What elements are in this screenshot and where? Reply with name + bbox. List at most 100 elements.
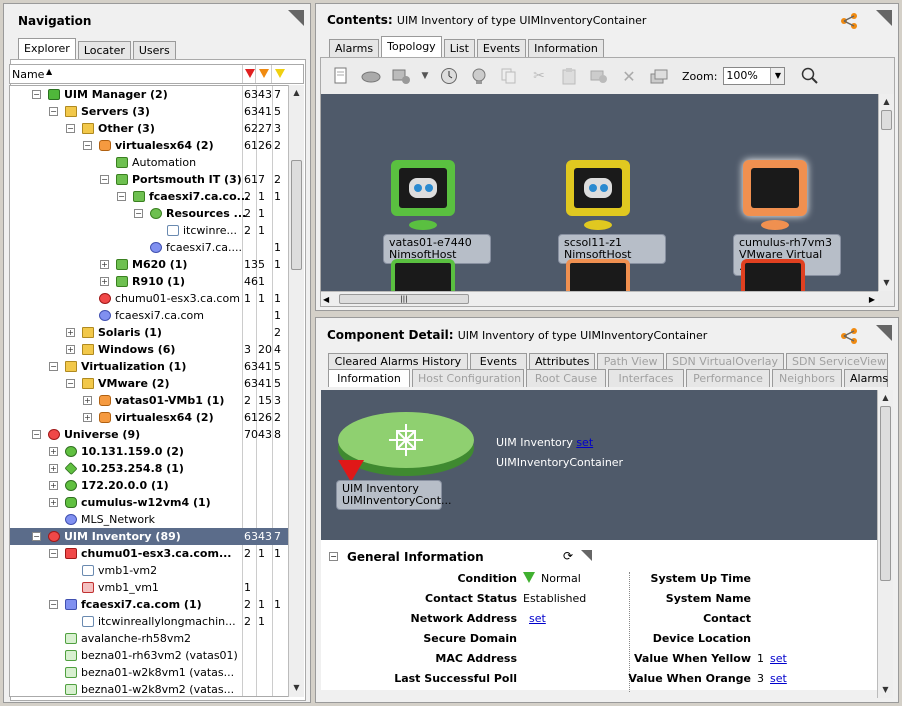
expand-icon[interactable]: +	[100, 260, 109, 269]
expand-icon[interactable]: +	[100, 277, 109, 286]
tree-row[interactable]: − Portsmouth IT (3) 61 7 2	[10, 171, 288, 188]
collapse-icon[interactable]: −	[49, 549, 58, 558]
tree-row[interactable]: + Solaris (1) 2	[10, 324, 288, 341]
tree-row[interactable]: fcaesxi7.ca.com 1	[10, 307, 288, 324]
tab-events[interactable]: Events	[469, 353, 528, 369]
add-component-icon[interactable]	[390, 65, 412, 87]
tab-events[interactable]: Events	[476, 39, 527, 57]
tree-row[interactable]: − UIM Manager (2) 63 43 7	[10, 86, 288, 103]
section-collapse-toggle[interactable]: −	[329, 552, 338, 561]
collapse-icon[interactable]: −	[49, 362, 58, 371]
share-icon[interactable]	[840, 327, 858, 345]
tree-row[interactable]: avalanche-rh58vm2	[10, 630, 288, 647]
name-set-link[interactable]: set	[576, 436, 593, 449]
collapse-icon[interactable]: −	[100, 175, 109, 184]
tab-list[interactable]: List	[443, 39, 475, 57]
tree-scrollbar[interactable]: ▲ ▼	[288, 85, 304, 697]
monitor-icon[interactable]	[741, 259, 805, 291]
tree-row[interactable]: + vatas01-VMb1 (1) 2 15 3	[10, 392, 288, 409]
collapse-icon[interactable]: −	[66, 379, 75, 388]
tree-row[interactable]: itcwinre... 2 1	[10, 222, 288, 239]
tree-row[interactable]: + virtualesx64 (2) 61 26 2	[10, 409, 288, 426]
scroll-down-icon[interactable]: ▼	[878, 682, 893, 697]
tree-row[interactable]: − chumu01-esx3.ca.com... 2 1 1	[10, 545, 288, 562]
tree-row[interactable]: − fcaesxi7.ca.co... 2 1 1	[10, 188, 288, 205]
node-label[interactable]: UIM Inventory UIMInventoryCont...	[336, 480, 452, 510]
tree-row[interactable]: + cumulus-w12vm4 (1)	[10, 494, 288, 511]
tree-row[interactable]: bezna01-w2k8vm1 (vatas...	[10, 664, 288, 681]
tab-information[interactable]: Information	[528, 39, 604, 57]
expand-icon[interactable]: +	[66, 328, 75, 337]
scroll-left-icon[interactable]: ◀	[323, 292, 329, 307]
remove-icon[interactable]	[588, 65, 610, 87]
add-pipe-icon[interactable]	[360, 65, 382, 87]
tree-row[interactable]: − Other (3) 62 27 3	[10, 120, 288, 137]
tab-attributes[interactable]: Attributes	[529, 353, 596, 369]
tab-root-cause[interactable]: Root Cause	[526, 369, 606, 387]
tab-sdn-virtual-overlay[interactable]: SDN VirtualOverlay	[666, 353, 784, 369]
expand-icon[interactable]: +	[66, 345, 75, 354]
tree-row[interactable]: vmb1_vm1 1	[10, 579, 288, 596]
tree-row[interactable]: + R910 (1) 46 1	[10, 273, 288, 290]
tab-information[interactable]: Information	[328, 369, 410, 387]
collapse-icon[interactable]: −	[32, 532, 41, 541]
minor-column-header[interactable]	[272, 65, 288, 83]
tree-row[interactable]: − UIM Inventory (89) 63 43 7	[10, 528, 288, 545]
tree-row[interactable]: +10.131.159.0 (2)	[10, 443, 288, 460]
tree-row[interactable]: chumu01-esx3.ca.com 1 1 1	[10, 290, 288, 307]
collapse-icon[interactable]: −	[49, 600, 58, 609]
cut-icon[interactable]: ✂	[528, 65, 550, 87]
scroll-down-icon[interactable]: ▼	[879, 275, 894, 290]
expand-icon[interactable]: +	[49, 464, 58, 473]
panel-menu-icon[interactable]	[876, 10, 892, 26]
monitor-icon[interactable]	[566, 259, 630, 291]
tab-alarms[interactable]: Alarms	[329, 39, 380, 57]
delete-icon[interactable]: ✕	[618, 65, 640, 87]
tree-row[interactable]: vmb1-vm2	[10, 562, 288, 579]
critical-column-header[interactable]	[243, 65, 256, 83]
tree-row[interactable]: − Resources ... 2 1	[10, 205, 288, 222]
section-menu-icon[interactable]	[581, 550, 592, 561]
expand-icon[interactable]: +	[49, 481, 58, 490]
tree-row[interactable]: +10.253.254.8 (1)	[10, 460, 288, 477]
tab-interfaces[interactable]: Interfaces	[608, 369, 684, 387]
set-link[interactable]: set	[770, 652, 787, 665]
tab-neighbors[interactable]: Neighbors	[772, 369, 842, 387]
navigation-tree[interactable]: − UIM Manager (2) 63 43 7− Servers (3) 63 41 5− O…	[9, 85, 289, 697]
expand-icon[interactable]: +	[49, 447, 58, 456]
tree-row[interactable]: itcwinreallylongmachin... 2 1	[10, 613, 288, 630]
tab-cleared-alarms-history[interactable]: Cleared Alarms History	[328, 353, 468, 369]
monitor-icon[interactable]	[391, 259, 455, 291]
collapse-icon[interactable]: −	[83, 141, 92, 150]
tree-row[interactable]: + Windows (6) 3 20 4	[10, 341, 288, 358]
tab-locater[interactable]: Locater	[77, 41, 131, 59]
set-link[interactable]: set	[770, 672, 787, 685]
tree-row[interactable]: +172.20.0.0 (1)	[10, 477, 288, 494]
collapse-icon[interactable]: −	[49, 107, 58, 116]
tree-row[interactable]: + M620 (1) 13 5 1	[10, 256, 288, 273]
tree-row[interactable]: bezna01-w2k8vm2 (vatas...	[10, 681, 288, 696]
tree-row[interactable]: bezna01-rh63vm2 (vatas01)	[10, 647, 288, 664]
panel-menu-icon[interactable]	[288, 10, 304, 26]
panel-menu-icon[interactable]	[876, 325, 892, 341]
zoom-magnifier-icon[interactable]	[799, 65, 821, 87]
tab-topology[interactable]: Topology	[381, 36, 442, 57]
scroll-thumb[interactable]	[291, 160, 302, 270]
topology-hscroll[interactable]: ◀ ||| ▶	[321, 291, 878, 306]
tree-row[interactable]: fcaesxi7.ca.... 1	[10, 239, 288, 256]
scroll-thumb[interactable]	[880, 406, 891, 581]
detail-vscroll[interactable]: ▲ ▼	[877, 390, 893, 698]
scroll-up-icon[interactable]: ▲	[878, 390, 893, 405]
tree-row[interactable]: − fcaesxi7.ca.com (1) 2 1 1	[10, 596, 288, 613]
tree-row[interactable]: − Virtualization (1) 63 41 5	[10, 358, 288, 375]
zoom-select[interactable]: 100% ▼	[723, 67, 786, 85]
collapse-icon[interactable]: −	[32, 90, 41, 99]
tree-row[interactable]: − VMware (2) 63 41 5	[10, 375, 288, 392]
tab-sdn-service-view[interactable]: SDN ServiceView	[786, 353, 888, 369]
stack-icon[interactable]	[648, 65, 670, 87]
scroll-thumb[interactable]: |||	[339, 294, 469, 304]
copy-icon[interactable]	[498, 65, 520, 87]
topology-vscroll[interactable]: ▲ ▼	[878, 94, 894, 291]
scroll-up-icon[interactable]: ▲	[879, 94, 894, 109]
scroll-down-icon[interactable]: ▼	[289, 680, 304, 695]
